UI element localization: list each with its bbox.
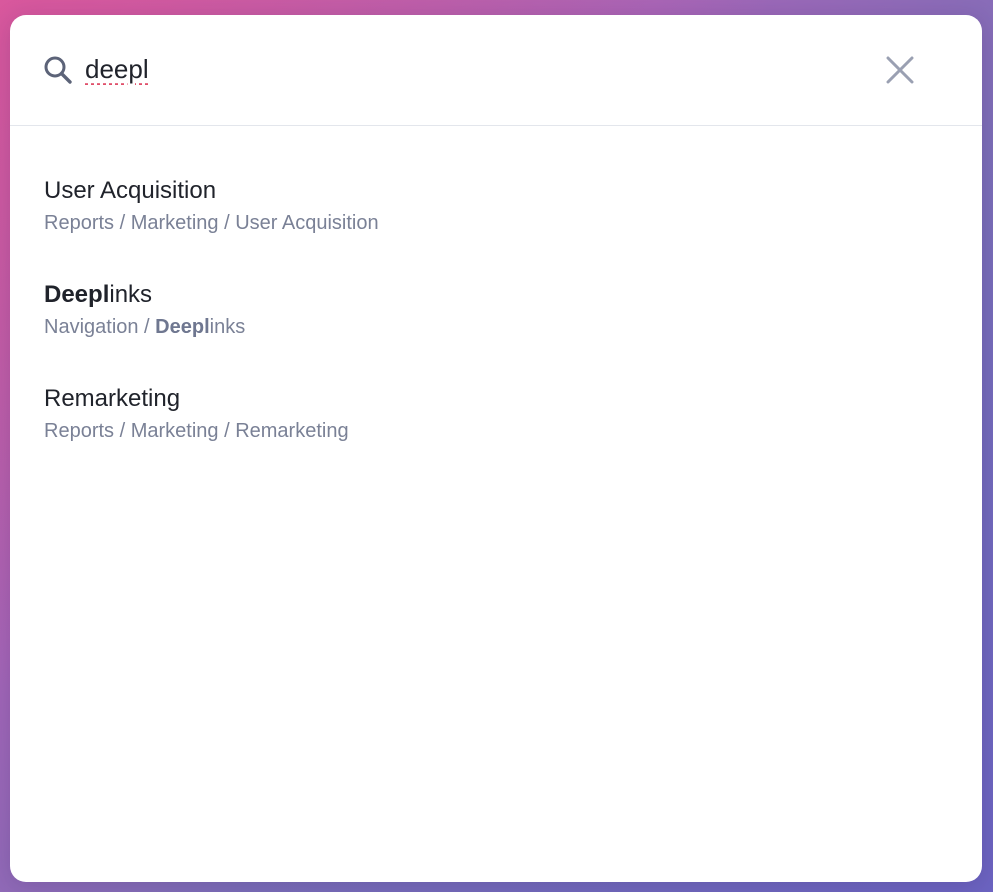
search-input[interactable] bbox=[85, 51, 845, 87]
result-deeplinks[interactable]: Deeplinks Navigation / Deeplinks bbox=[44, 281, 944, 365]
result-title: User Acquisition bbox=[44, 177, 216, 205]
result-title-rest: User Acquisition bbox=[44, 177, 217, 204]
result-path-prefix: Reports / Marketing / bbox=[44, 212, 236, 234]
result-path-rest: User Acquisition bbox=[235, 212, 379, 234]
result-path: Reports / Marketing / User Acquisition bbox=[44, 212, 379, 235]
result-title-rest: inks bbox=[109, 281, 153, 308]
search-icon bbox=[43, 55, 73, 85]
result-title: Remarketing bbox=[44, 385, 180, 413]
result-path-rest: Remarketing bbox=[235, 420, 349, 442]
result-path-prefix: Reports / Marketing / bbox=[44, 420, 236, 442]
result-user-acquisition[interactable]: User Acquisition Reports / Marketing / U… bbox=[44, 177, 944, 261]
result-title-match: Deepl bbox=[44, 281, 110, 308]
result-path: Navigation / Deeplinks bbox=[44, 316, 245, 339]
search-modal: User Acquisition Reports / Marketing / U… bbox=[10, 15, 982, 882]
result-path-match: Deepl bbox=[155, 316, 210, 338]
result-path: Reports / Marketing / Remarketing bbox=[44, 420, 349, 443]
result-title: Deeplinks bbox=[44, 281, 152, 309]
result-path-prefix: Navigation / bbox=[44, 316, 156, 338]
result-path-rest: inks bbox=[209, 316, 246, 338]
result-title-rest: Remarketing bbox=[44, 385, 181, 412]
search-bar bbox=[10, 15, 982, 126]
close-icon[interactable] bbox=[883, 53, 917, 87]
result-remarketing[interactable]: Remarketing Reports / Marketing / Remark… bbox=[44, 385, 944, 469]
